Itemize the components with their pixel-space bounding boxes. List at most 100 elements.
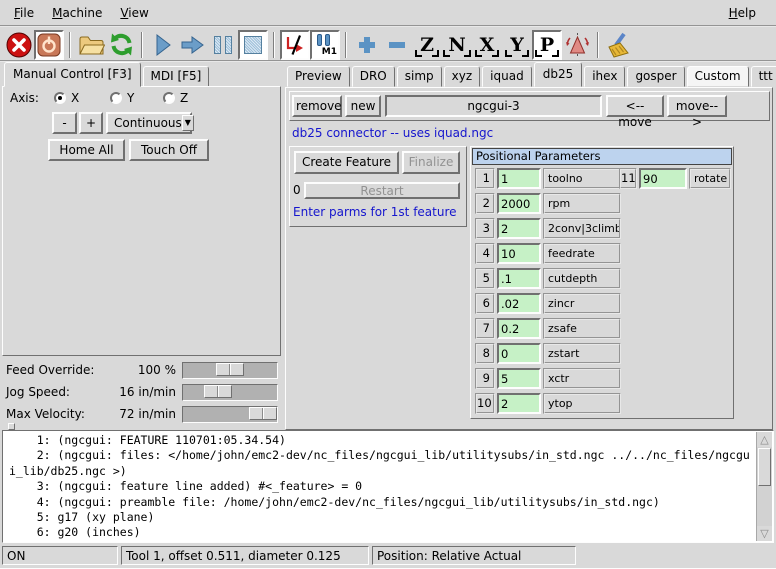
tab-simp[interactable]: simp [397,66,442,87]
tab-name-input[interactable] [385,95,602,117]
param-value-input[interactable] [497,293,541,314]
pause-icon [214,36,232,54]
tool-info-cell: Tool 1, offset 0.511, diameter 0.125 [121,546,369,565]
param-value-input[interactable] [497,243,541,264]
view-z-button[interactable]: Z [412,30,442,60]
tab-mdi[interactable]: MDI [F5] [143,66,210,87]
param-value-input[interactable] [497,268,541,289]
param-number: 7 [475,318,495,339]
jog-speed-handle[interactable] [204,385,232,398]
menu-file[interactable]: File [8,4,40,22]
tab-gosper-label: gosper [635,69,676,83]
machine-power-button[interactable] [34,30,64,60]
view-x-button[interactable]: X [472,30,502,60]
run-program-button[interactable] [148,30,178,60]
move-right-button[interactable]: move--> [667,95,727,117]
tab-xyz[interactable]: xyz [444,66,481,87]
jog-minus-button[interactable]: - [52,112,77,134]
axis-radio-y[interactable]: Y [110,90,134,106]
tab-db25[interactable]: db25 [534,62,583,87]
zoom-out-button[interactable] [382,30,412,60]
tab-ttt[interactable]: ttt [751,66,776,87]
pause-program-button[interactable] [208,30,238,60]
skip-lines-icon [283,33,307,57]
tab-dro[interactable]: DRO [352,66,395,87]
tab-manual-control[interactable]: Manual Control [F3] [4,62,141,87]
radio-y-label: Y [127,91,134,105]
create-feature-button[interactable]: Create Feature [294,151,399,174]
menubar: File Machine View Help [0,0,776,27]
open-file-button[interactable] [76,30,106,60]
param-value-input[interactable] [497,343,541,364]
zoom-in-button[interactable] [352,30,382,60]
finalize-button[interactable]: Finalize [402,151,460,174]
tab-iquad[interactable]: iquad [482,66,532,87]
touch-off-button[interactable]: Touch Off [129,139,209,161]
param-name-label: rpm [543,193,621,214]
param-value-input[interactable] [497,218,541,239]
step-line-button[interactable] [178,30,208,60]
optional-pause-button[interactable]: M1 [310,30,340,60]
jog-plus-button[interactable]: + [79,112,103,134]
params-column-2: 11 rotate [619,168,731,189]
tab-ihex-label: ihex [592,69,617,83]
remove-tab-button[interactable]: remove [292,95,342,117]
reload-icon [109,32,134,57]
jog-speed-value: 16 in/min [0,385,176,399]
reload-file-button[interactable] [106,30,136,60]
pane-sash-grip[interactable] [8,423,15,430]
jog-mode-select[interactable]: Continuous ▼ [106,112,192,134]
param-row: 8 zstart [475,343,621,364]
tab-gosper[interactable]: gosper [627,66,684,87]
param-value-input[interactable] [497,368,541,389]
param-number: 2 [475,193,495,214]
feed-override-slider[interactable] [182,362,278,379]
console-scrollbar[interactable]: △ ▽ [756,432,772,541]
restart-button[interactable]: Restart [304,182,460,199]
scroll-down-arrow-icon[interactable]: ▽ [757,526,772,541]
subroutine-info-line: db25 connector -- uses iquad.ngc [292,126,493,140]
max-velocity-handle[interactable] [249,407,277,420]
home-all-button[interactable]: Home All [48,139,125,161]
params-header: Positional Parameters [472,148,732,165]
view-z2-button[interactable]: N [442,30,472,60]
new-tab-button[interactable]: new [345,95,381,117]
axis-radio-x[interactable]: X [54,90,79,106]
param-value-input[interactable] [497,193,541,214]
scroll-thumb[interactable] [758,448,771,486]
scroll-up-arrow-icon[interactable]: △ [757,432,772,447]
toggle-skip-lines-button[interactable] [280,30,310,60]
menu-help[interactable]: Help [723,4,762,22]
radio-x-indicator[interactable] [54,92,66,104]
view-y-button[interactable]: Y [502,30,532,60]
machine-state-cell: ON [2,546,118,565]
feed-override-handle[interactable] [216,363,244,376]
param-number: 11 [619,168,637,189]
menu-machine[interactable]: Machine [46,4,108,22]
jog-speed-slider[interactable] [182,384,278,401]
param-number: 9 [475,368,495,389]
param-value-input[interactable] [497,168,541,189]
param-value-input[interactable] [639,168,687,189]
tab-custom-label: Custom [695,69,741,83]
param-value-input[interactable] [497,318,541,339]
move-left-button[interactable]: <--move [606,95,664,117]
param-name-label: zincr [543,293,621,314]
param-number: 8 [475,343,495,364]
estop-button[interactable] [4,30,34,60]
tab-preview[interactable]: Preview [287,66,350,87]
tab-xyz-label: xyz [452,69,473,83]
radio-y-indicator[interactable] [110,92,122,104]
param-value-input[interactable] [497,393,541,414]
rotate-view-button[interactable] [562,30,592,60]
max-velocity-slider[interactable] [182,406,278,423]
tab-mdi-label: MDI [F5] [151,69,202,83]
radio-z-indicator[interactable] [163,92,175,104]
axis-radio-z[interactable]: Z [163,90,188,106]
tab-custom[interactable]: Custom [687,66,749,87]
clear-plot-button[interactable] [604,30,634,60]
tab-ihex[interactable]: ihex [584,66,625,87]
menu-view[interactable]: View [114,4,154,22]
stop-program-button[interactable] [238,30,268,60]
view-perspective-button[interactable]: P [532,30,562,60]
